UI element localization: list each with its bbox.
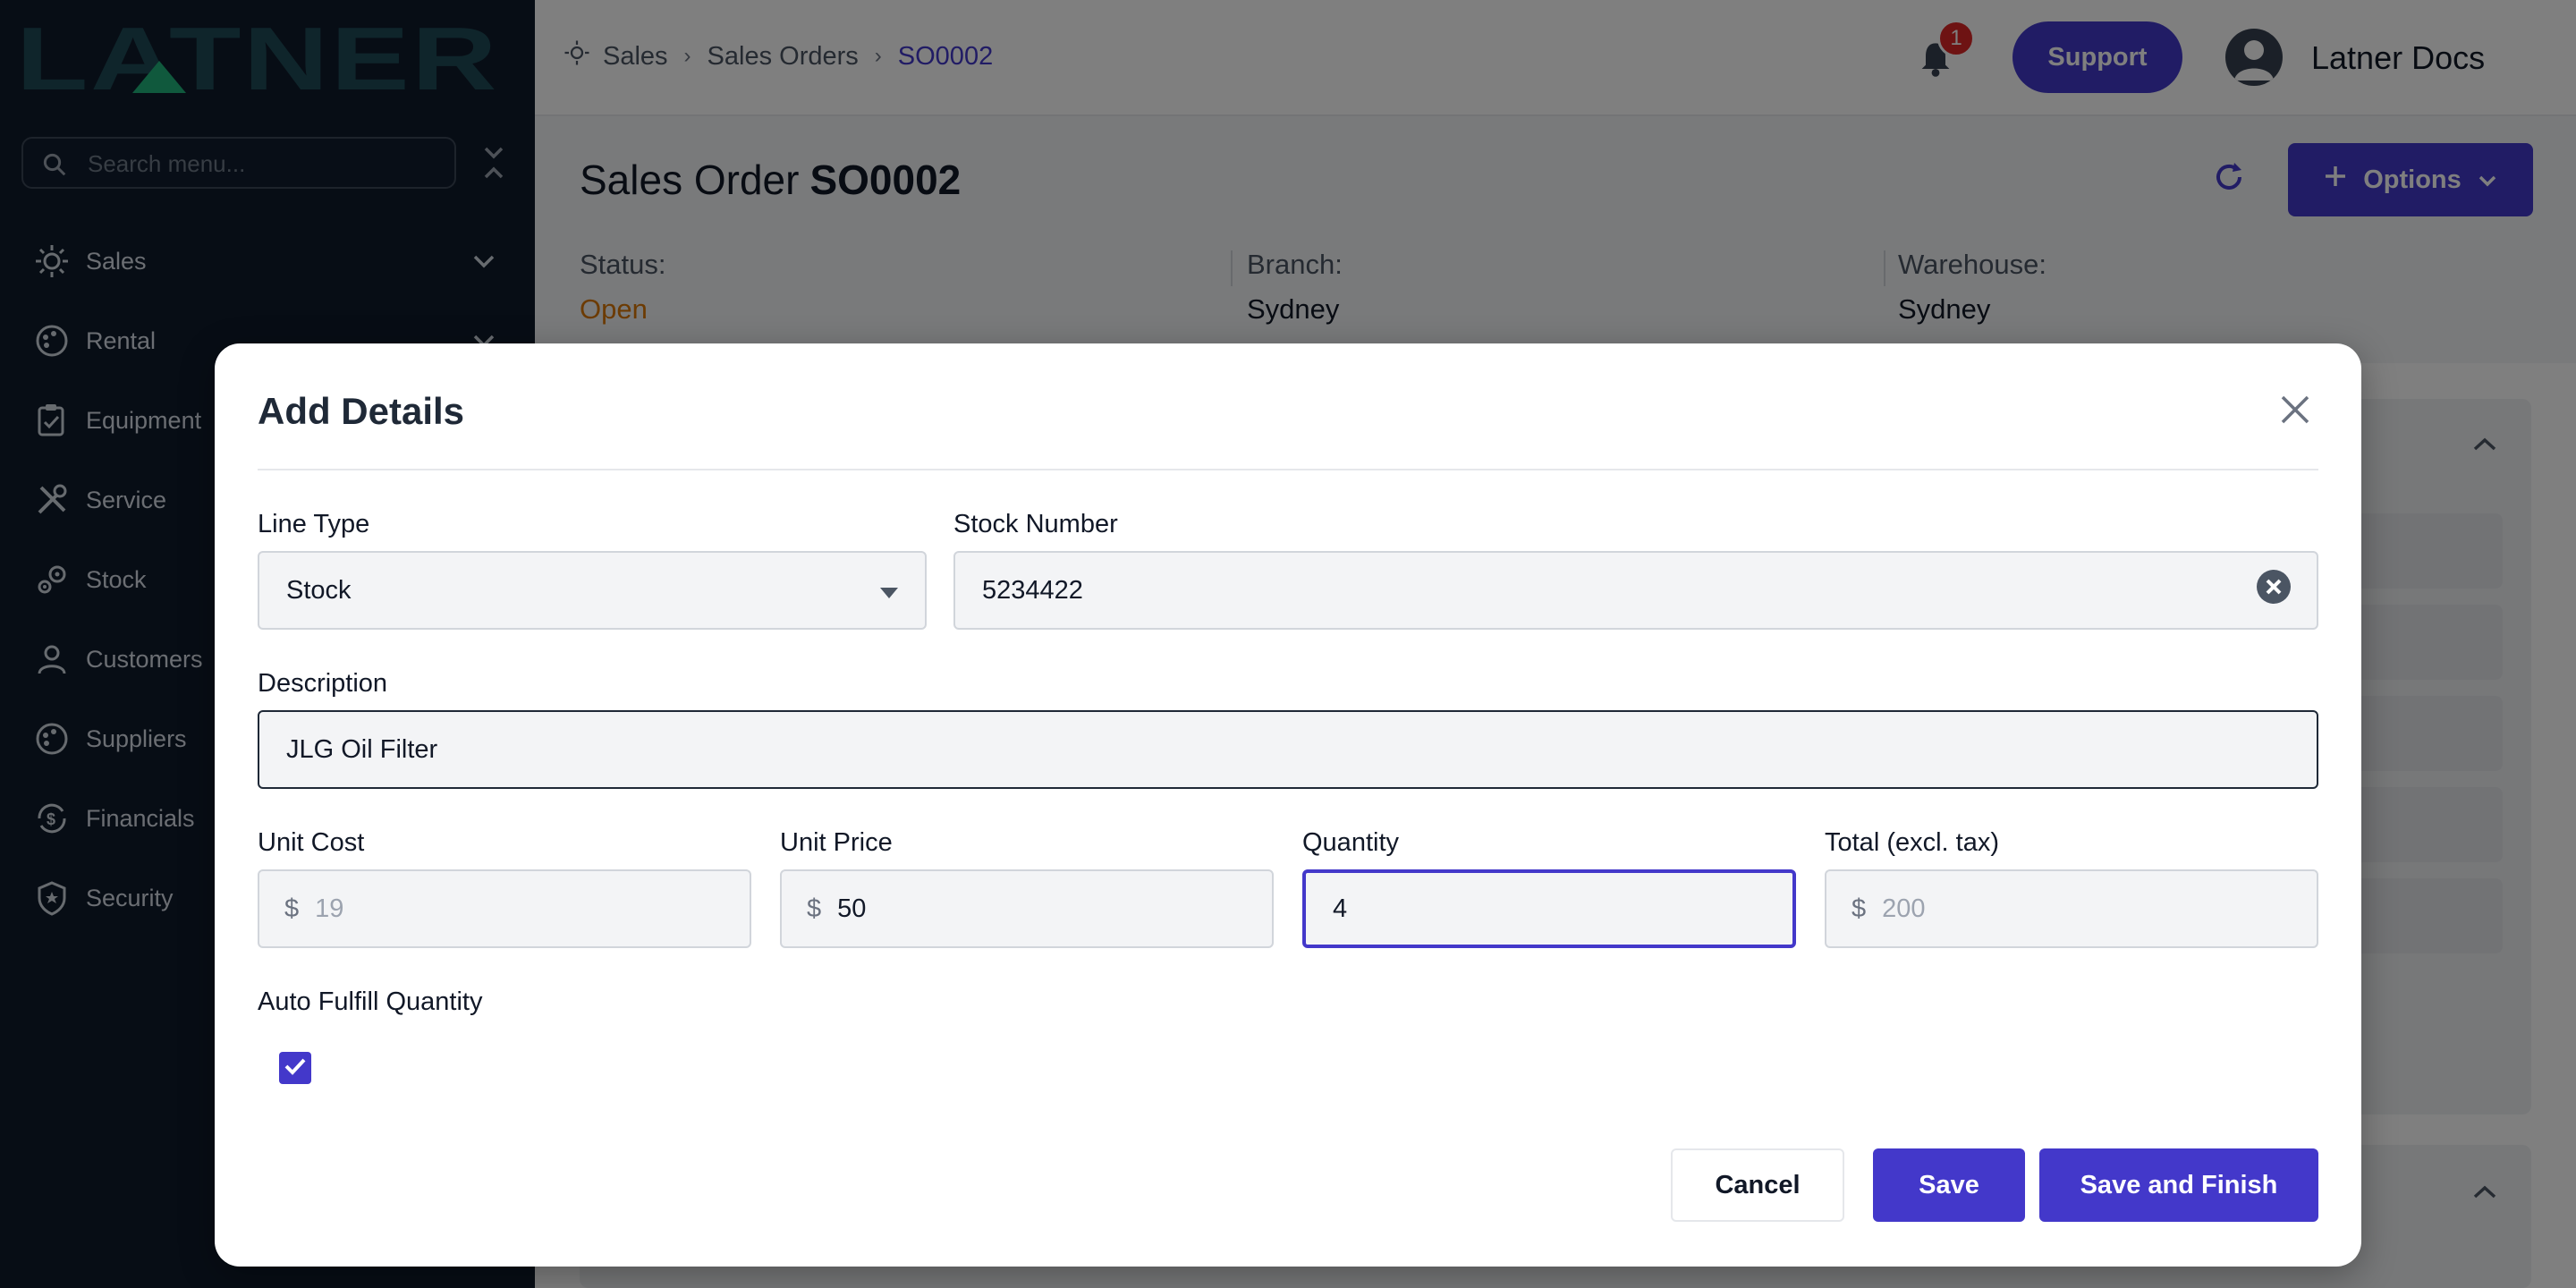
clear-icon[interactable] — [2256, 569, 2292, 612]
stock-number-value[interactable]: 5234422 — [982, 576, 2256, 606]
total-value: 200 — [1882, 894, 1926, 923]
stock-number-label: Stock Number — [953, 510, 1118, 538]
save-and-finish-button[interactable]: Save and Finish — [2039, 1148, 2318, 1222]
total-field: $ 200 — [1825, 869, 2318, 948]
description-value[interactable]: JLG Oil Filter — [286, 735, 437, 765]
currency-prefix: $ — [1852, 894, 1867, 923]
caret-down-icon — [880, 576, 898, 606]
quantity-value[interactable]: 4 — [1333, 894, 1347, 924]
modal-title: Add Details — [258, 390, 465, 432]
unit-cost-value: 19 — [315, 894, 344, 923]
line-type-label: Line Type — [258, 510, 370, 538]
stock-number-field[interactable]: 5234422 — [953, 551, 2318, 630]
close-icon[interactable] — [2279, 394, 2311, 430]
auto-fulfill-label: Auto Fulfill Quantity — [258, 987, 483, 1016]
checkmark-icon — [284, 1056, 307, 1080]
auto-fulfill-checkbox[interactable] — [279, 1052, 311, 1084]
add-details-modal: Add Details Line Type Stock Stock Number… — [215, 343, 2361, 1267]
currency-prefix: $ — [284, 894, 300, 923]
unit-price-value[interactable]: 50 — [837, 894, 866, 924]
line-type-select[interactable]: Stock — [258, 551, 927, 630]
quantity-label: Quantity — [1302, 828, 1399, 857]
line-type-value: Stock — [286, 575, 352, 605]
total-label: Total (excl. tax) — [1825, 828, 1999, 857]
description-label: Description — [258, 669, 388, 698]
quantity-field[interactable]: 4 — [1302, 869, 1796, 948]
unit-price-field[interactable]: $ 50 — [780, 869, 1274, 948]
description-field[interactable]: JLG Oil Filter — [258, 710, 2318, 789]
save-button[interactable]: Save — [1873, 1148, 2025, 1222]
unit-cost-label: Unit Cost — [258, 828, 365, 857]
unit-price-label: Unit Price — [780, 828, 893, 857]
currency-prefix: $ — [807, 894, 822, 923]
divider — [258, 469, 2318, 470]
cancel-button[interactable]: Cancel — [1671, 1148, 1844, 1222]
unit-cost-field: $ 19 — [258, 869, 751, 948]
